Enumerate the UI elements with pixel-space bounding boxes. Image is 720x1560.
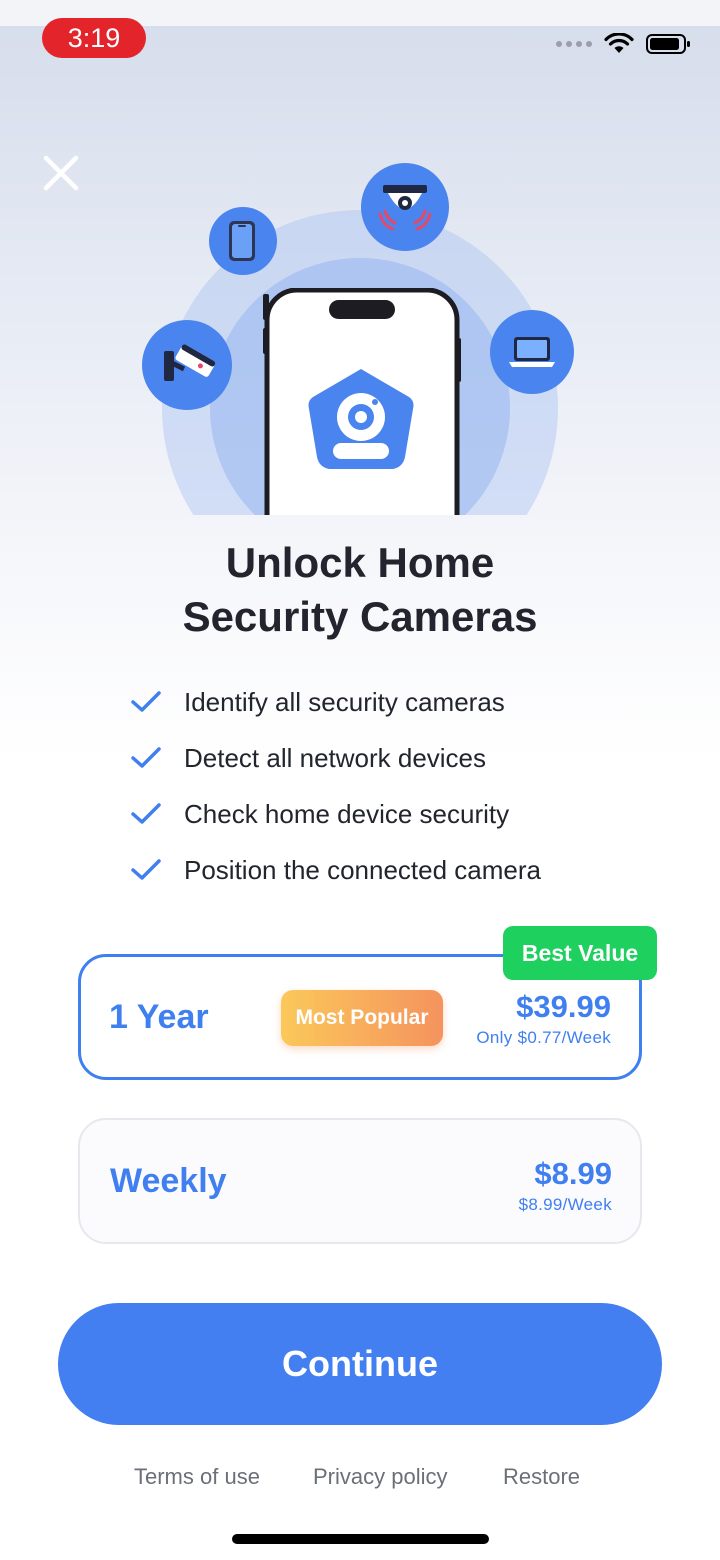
footer-links: Terms of use Privacy policy Restore	[0, 1464, 720, 1496]
feature-label: Position the connected camera	[184, 854, 541, 885]
restore-link[interactable]: Restore	[503, 1464, 580, 1490]
plan-price-block: $39.99 Only $0.77/Week	[476, 989, 611, 1049]
feature-item: Check home device security	[130, 786, 610, 842]
feature-item: Identify all security cameras	[130, 674, 610, 730]
feature-list: Identify all security cameras Detect all…	[130, 674, 610, 898]
close-icon	[43, 155, 79, 191]
best-value-badge: Best Value	[503, 926, 657, 980]
plan-option-weekly[interactable]: Weekly $8.99 $8.99/Week	[78, 1118, 642, 1244]
plan-price: $39.99	[516, 989, 611, 1024]
continue-button[interactable]: Continue	[58, 1303, 662, 1425]
smartphone-icon	[209, 207, 277, 275]
home-camera-icon	[308, 369, 414, 469]
close-button[interactable]	[40, 152, 82, 194]
plan-name: Weekly	[110, 1161, 227, 1200]
status-indicators	[556, 30, 692, 58]
hero-illustration	[130, 160, 590, 515]
page-title-line-2: Security Cameras	[182, 593, 538, 640]
feature-label: Detect all network devices	[184, 742, 487, 773]
checkmark-icon	[131, 691, 161, 712]
battery-icon	[646, 34, 690, 54]
feature-item: Detect all network devices	[130, 730, 610, 786]
page-title-line-1: Unlock Home	[225, 539, 495, 586]
home-indicator	[232, 1534, 489, 1544]
status-time: 3:19	[42, 18, 146, 58]
plan-name: 1 Year	[109, 997, 209, 1036]
privacy-policy-link[interactable]: Privacy policy	[313, 1464, 447, 1490]
plan-price-block: $8.99 $8.99/Week	[519, 1156, 612, 1216]
terms-of-use-link[interactable]: Terms of use	[134, 1464, 260, 1490]
page-title: Unlock Home Security Cameras	[0, 536, 720, 644]
cellular-signal-icon	[556, 41, 592, 47]
checkmark-icon	[131, 859, 161, 880]
most-popular-badge: Most Popular	[281, 990, 443, 1046]
laptop-icon	[490, 310, 574, 394]
feature-label: Identify all security cameras	[184, 686, 505, 717]
feature-label: Check home device security	[184, 798, 510, 829]
wifi-icon	[604, 33, 634, 53]
plan-price-per-week: Only $0.77/Week	[476, 1028, 611, 1047]
dome-camera-icon	[361, 163, 449, 251]
plan-price-per-week: $8.99/Week	[518, 1195, 612, 1214]
checkmark-icon	[131, 747, 161, 768]
feature-item: Position the connected camera	[130, 842, 610, 898]
plan-price: $8.99	[534, 1156, 612, 1191]
checkmark-icon	[131, 803, 161, 824]
cctv-camera-icon	[142, 320, 232, 410]
